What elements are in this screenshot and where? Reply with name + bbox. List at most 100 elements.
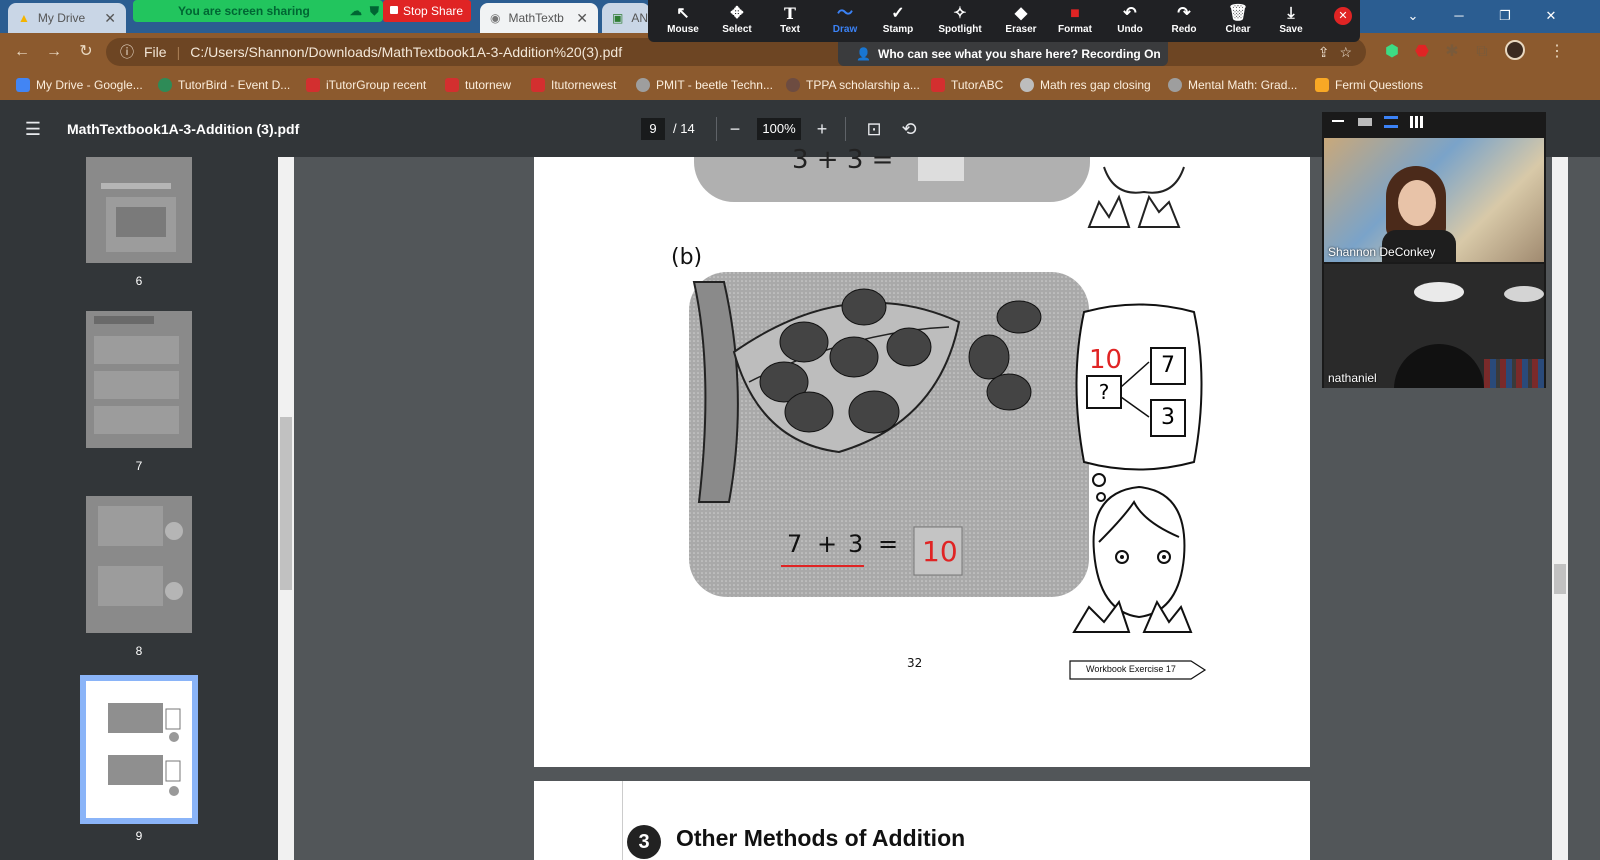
page-thumbnail[interactable] [86, 311, 192, 448]
zoom-input[interactable]: 100% [757, 118, 801, 140]
mouse-tool-button[interactable]: ↖ Mouse [656, 4, 710, 40]
menu-icon[interactable]: ⋮ [1545, 40, 1569, 64]
clear-button[interactable]: 🗑 Clear [1211, 4, 1265, 40]
globe-icon [1168, 78, 1182, 92]
page-margin-line [622, 781, 623, 860]
pdf-title: MathTextbook1A-3-Addition (3).pdf [67, 121, 300, 137]
bookmark-item[interactable]: Itutornewest [531, 74, 616, 96]
ublock-icon[interactable]: ⬣ [1410, 40, 1434, 64]
download-icon: ⤓ [1287, 5, 1295, 22]
sidebar-scroll-thumb[interactable] [280, 417, 292, 590]
tab-label: My Drive [37, 11, 86, 25]
tab-mathtextbook[interactable]: ◉ MathTextb ✕ [480, 3, 598, 33]
tppa-icon [786, 78, 800, 92]
spotlight-tool-button[interactable]: ✧ Spotlight [933, 4, 987, 40]
bookmark-item[interactable]: PMIT - beetle Techn... [636, 74, 773, 96]
page-thumbnail[interactable] [86, 157, 192, 263]
eraser-icon: ◆ [1014, 5, 1028, 22]
reload-button[interactable]: ↻ [74, 40, 98, 64]
thumbnail-number: 6 [135, 274, 143, 288]
single-view-icon[interactable] [1358, 118, 1372, 126]
page-thumbnail-selected[interactable] [80, 675, 198, 824]
bookmark-item[interactable]: tutornew [445, 74, 511, 96]
bookmark-label: Mental Math: Grad... [1188, 78, 1298, 92]
tool-label: Stamp [882, 24, 914, 35]
page-number-input[interactable]: 9 [641, 118, 665, 140]
tab-an[interactable]: ▣ AN [602, 3, 650, 33]
save-button[interactable]: ⤓ Save [1264, 4, 1318, 40]
speaker-view-icon[interactable] [1384, 116, 1398, 128]
zoom-out-button[interactable]: − [723, 117, 747, 141]
bookmark-label: PMIT - beetle Techn... [656, 78, 773, 92]
bookmark-item[interactable]: TutorBird - Event D... [158, 74, 290, 96]
recording-banner[interactable]: 👤 Who can see what you share here? Recor… [838, 42, 1168, 66]
puzzle-icon[interactable]: ⧉ [1470, 40, 1494, 64]
bookmark-item[interactable]: Fermi Questions [1315, 74, 1423, 96]
extension-icon[interactable]: ✱ [1440, 40, 1464, 64]
bookmark-item[interactable]: Mental Math: Grad... [1168, 74, 1297, 96]
tool-label: Redo [1171, 24, 1197, 35]
text-tool-button[interactable]: T Text [763, 4, 817, 40]
undo-button[interactable]: ↶ Undo [1103, 4, 1157, 40]
window-close-button[interactable]: ✕ [1528, 4, 1574, 28]
move-icon: ✥ [730, 5, 744, 22]
tool-label: Mouse [667, 24, 699, 35]
avatar[interactable] [1503, 40, 1527, 64]
address-bar[interactable]: ⓘ File | C:/Users/Shannon/Downloads/Math… [106, 38, 1366, 66]
equation-term: 7 [787, 530, 803, 558]
minimize-icon[interactable] [1332, 120, 1344, 122]
bookmark-item[interactable]: iTutorGroup recent [306, 74, 426, 96]
tool-label: Undo [1117, 24, 1143, 35]
main-scroll-thumb[interactable] [1554, 564, 1566, 594]
section-number: 3 [627, 825, 661, 859]
tool-label: Select [722, 24, 752, 35]
close-icon[interactable]: ✕ [104, 10, 116, 27]
share-icon[interactable]: ⇪ [1318, 44, 1330, 61]
handwritten-underline [781, 565, 864, 567]
bookmark-item[interactable]: My Drive - Google... [16, 74, 143, 96]
stop-share-button[interactable]: Stop Share [383, 0, 471, 22]
tab-search-button[interactable]: ⌄ [1390, 4, 1436, 28]
divider [716, 117, 717, 141]
bookmark-label: TPPA scholarship a... [806, 78, 920, 92]
divider: | [176, 44, 181, 60]
rotate-icon[interactable]: ⟲ [897, 117, 921, 141]
main-scrollbar[interactable] [1552, 157, 1568, 860]
tab-my-drive[interactable]: ▲ My Drive ✕ [8, 3, 126, 33]
draw-tool-button[interactable]: 〜 Draw [818, 4, 872, 40]
star-icon[interactable]: ☆ [1339, 44, 1352, 61]
minimize-button[interactable]: ─ [1436, 4, 1482, 28]
stamp-tool-button[interactable]: ✓ Stamp [871, 4, 925, 40]
select-tool-button[interactable]: ✥ Select [710, 4, 764, 40]
bookmark-label: TutorABC [951, 78, 1004, 92]
itutor-icon [931, 78, 945, 92]
bookmark-label: TutorBird - Event D... [178, 78, 291, 92]
bookmark-item[interactable]: TPPA scholarship a... [786, 74, 920, 96]
participant-tile[interactable]: Shannon DeConkey [1324, 138, 1544, 262]
pdf-page: 3 + 3 = (b) ? 10 7 3 7 + 3 = 10 32 Workb… [534, 145, 1310, 767]
back-button[interactable]: ← [10, 40, 34, 64]
bookmark-item[interactable]: TutorABC [931, 74, 1003, 96]
bookmark-label: tutornew [465, 78, 512, 92]
participant-tile[interactable]: nathaniel [1324, 264, 1544, 388]
extension-icon[interactable]: ⬢ [1380, 40, 1404, 64]
bookmark-item[interactable]: Math res gap closing [1020, 74, 1151, 96]
redo-button[interactable]: ↷ Redo [1157, 4, 1211, 40]
zoom-in-button[interactable]: + [810, 117, 834, 141]
eraser-tool-button[interactable]: ◆ Eraser [994, 4, 1048, 40]
restore-button[interactable]: ❐ [1482, 4, 1528, 28]
fit-page-icon[interactable]: ⊡ [862, 117, 886, 141]
close-annotation-button[interactable]: ✕ [1334, 7, 1352, 25]
equation-term: 3 [848, 530, 864, 558]
close-icon[interactable]: ✕ [576, 10, 588, 27]
format-tool-button[interactable]: ■ Format [1048, 4, 1102, 40]
participant-head [1394, 344, 1484, 388]
section-heading: Other Methods of Addition [676, 825, 966, 851]
itutor-icon [445, 78, 459, 92]
bookmark-label: My Drive - Google... [36, 78, 143, 92]
hamburger-menu-icon[interactable]: ☰ [21, 117, 45, 141]
forward-button[interactable]: → [42, 40, 66, 64]
page-thumbnail[interactable] [86, 496, 192, 633]
gallery-view-icon[interactable] [1410, 116, 1424, 128]
mouse-icon: ↖ [676, 5, 690, 22]
